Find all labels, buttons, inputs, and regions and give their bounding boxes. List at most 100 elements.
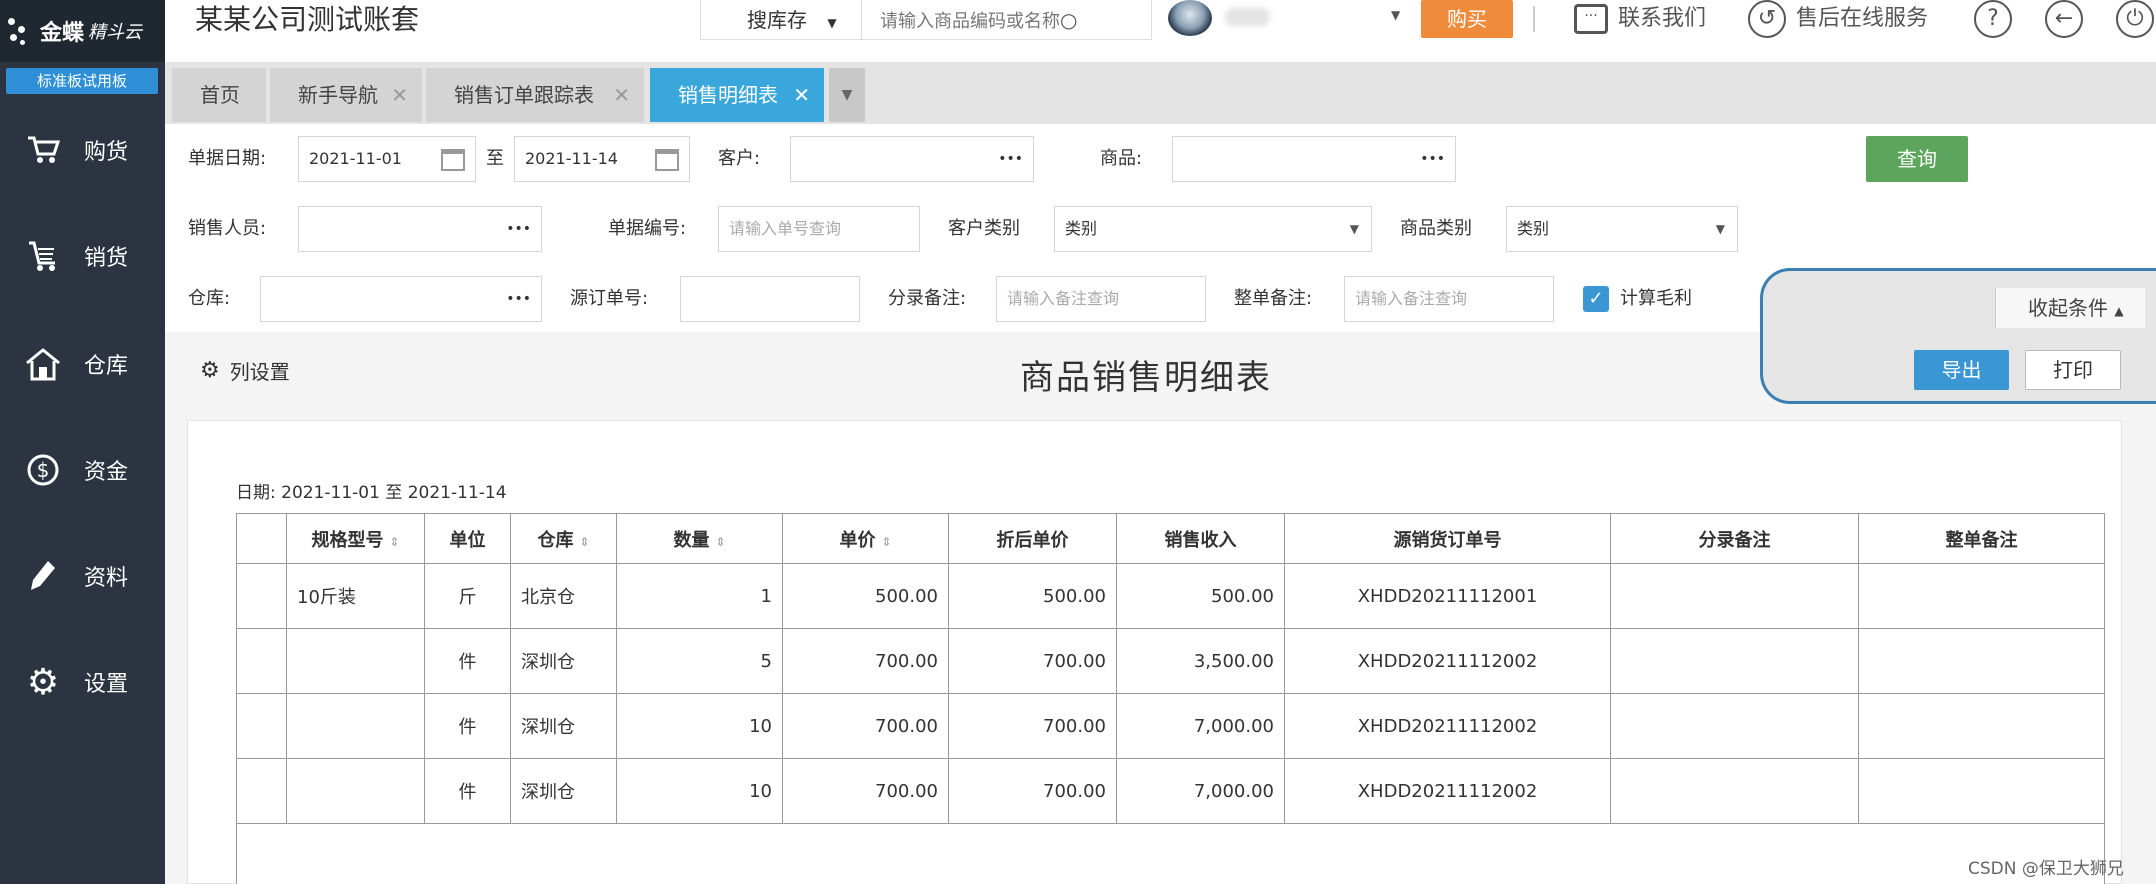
product-type-label: 商品类别 bbox=[1400, 218, 1472, 239]
after-sales-service-link[interactable]: ↺ 售后在线服务 bbox=[1748, 0, 1928, 38]
sort-icon[interactable]: ⇕ bbox=[715, 535, 725, 549]
contact-us-link[interactable]: ··· 联系我们 bbox=[1574, 0, 1706, 38]
table-cell: 件 bbox=[424, 693, 511, 759]
column-header: 折后单价 bbox=[948, 513, 1117, 564]
tab-sales-order-tracking[interactable]: 销售订单跟踪表 ✕ bbox=[426, 68, 644, 122]
gross-profit-label: 计算毛利 bbox=[1620, 288, 1692, 309]
user-menu-chevron-icon[interactable]: ▼ bbox=[1391, 8, 1400, 22]
report-table: 规格型号 ⇕ 单位 仓库 ⇕ 数量 ⇕ 单价 ⇕ 折后单价 销售收入 源销货订单号 分录… bbox=[236, 513, 2105, 884]
sidebar-item-settings[interactable]: ⚙ 设置 bbox=[0, 632, 165, 732]
sidebar-item-data[interactable]: 资料 bbox=[0, 526, 165, 626]
chevron-down-icon: ▼ bbox=[827, 16, 837, 30]
date-from-input[interactable]: 2021-11-01 bbox=[298, 136, 476, 182]
table-cell: 斤 bbox=[424, 563, 511, 629]
sidebar-item-sales[interactable]: 销货 bbox=[0, 206, 165, 306]
tab-overflow-button[interactable]: ▼ bbox=[829, 68, 865, 122]
tab-label: 销售明细表 bbox=[678, 83, 778, 107]
table-cell: XHDD20211112002 bbox=[1284, 628, 1611, 694]
tab-label: 首页 bbox=[200, 83, 240, 107]
tab-guide[interactable]: 新手导航 ✕ bbox=[270, 68, 422, 122]
doc-no-input[interactable]: 请输入单号查询 bbox=[718, 206, 920, 252]
tab-label: 新手导航 bbox=[298, 83, 378, 107]
table-cell bbox=[1858, 758, 2105, 824]
date-to-input[interactable]: 2021-11-14 bbox=[514, 136, 690, 182]
sidebar-item-funds[interactable]: $ 资金 bbox=[0, 420, 165, 520]
more-icon[interactable]: ••• bbox=[506, 207, 531, 251]
checkmark-icon: ✓ bbox=[1588, 288, 1604, 309]
source-no-input[interactable] bbox=[680, 276, 860, 322]
chevron-down-icon: ▼ bbox=[1349, 222, 1359, 236]
customer-input[interactable]: ••• bbox=[790, 136, 1034, 182]
table-row[interactable]: 件 深圳仓 10 700.00 700.00 7,000.00 XHDD2021… bbox=[236, 758, 2105, 824]
table-cell: 深圳仓 bbox=[510, 628, 617, 694]
close-icon[interactable]: ✕ bbox=[391, 68, 408, 122]
warehouse-icon bbox=[24, 345, 62, 383]
app-logo[interactable]: 金蝶 精斗云 bbox=[0, 0, 165, 62]
customer-label: 客户: bbox=[718, 148, 761, 169]
print-button[interactable]: 打印 bbox=[2025, 350, 2121, 390]
tab-home[interactable]: 首页 bbox=[172, 68, 266, 122]
column-settings-button[interactable]: ⚙ 列设置 bbox=[200, 356, 290, 385]
entry-note-input[interactable]: 请输入备注查询 bbox=[996, 276, 1206, 322]
product-type-select[interactable]: 类别 ▼ bbox=[1506, 206, 1738, 252]
table-cell bbox=[1610, 563, 1859, 629]
sidebar-item-purchase[interactable]: 购货 bbox=[0, 100, 165, 200]
product-input[interactable]: ••• bbox=[1172, 136, 1456, 182]
more-icon[interactable]: ••• bbox=[506, 277, 531, 321]
chevron-down-icon: ▼ bbox=[1715, 222, 1725, 236]
avatar[interactable] bbox=[1168, 0, 1212, 36]
tab-label: 销售订单跟踪表 bbox=[454, 83, 594, 107]
search-icon[interactable]: ○ bbox=[1060, 8, 1077, 32]
close-icon[interactable]: ✕ bbox=[793, 68, 810, 122]
calendar-icon[interactable] bbox=[441, 149, 465, 171]
more-icon[interactable]: ••• bbox=[1420, 137, 1445, 181]
sort-icon[interactable]: ⇕ bbox=[579, 535, 589, 549]
table-row[interactable]: 件 深圳仓 5 700.00 700.00 3,500.00 XHDD20211… bbox=[236, 628, 2105, 694]
gear-icon: ⚙ bbox=[200, 358, 220, 383]
order-note-input[interactable]: 请输入备注查询 bbox=[1344, 276, 1554, 322]
column-header[interactable]: 数量 ⇕ bbox=[616, 513, 783, 564]
logout-button[interactable]: ⏻ bbox=[2116, 0, 2154, 38]
back-button[interactable]: ← bbox=[2045, 0, 2083, 38]
dollar-icon: $ bbox=[24, 451, 62, 489]
warehouse-input[interactable]: ••• bbox=[260, 276, 542, 322]
table-cell: 10 bbox=[616, 693, 783, 759]
collapse-label: 收起条件 bbox=[2028, 296, 2108, 320]
product-type-value: 类别 bbox=[1517, 219, 1550, 238]
export-button[interactable]: 导出 bbox=[1914, 350, 2009, 390]
table-cell: 3,500.00 bbox=[1116, 628, 1285, 694]
help-button[interactable]: ? bbox=[1974, 0, 2012, 38]
sidebar-item-warehouse[interactable]: 仓库 bbox=[0, 314, 165, 414]
calendar-icon[interactable] bbox=[655, 149, 679, 171]
customer-type-select[interactable]: 类别 ▼ bbox=[1054, 206, 1372, 252]
report-date-range: 日期: 2021-11-01 至 2021-11-14 bbox=[236, 483, 507, 503]
date-to-label: 至 bbox=[486, 148, 504, 169]
table-cell: 7,000.00 bbox=[1116, 758, 1285, 824]
collapse-conditions-button[interactable]: 收起条件 ▲ bbox=[1995, 288, 2145, 328]
search-placeholder: 请输入商品编码或名称 bbox=[880, 11, 1060, 32]
column-header[interactable]: 仓库 ⇕ bbox=[510, 513, 617, 564]
sort-icon[interactable]: ⇕ bbox=[389, 535, 399, 549]
close-icon[interactable]: ✕ bbox=[613, 68, 630, 122]
more-icon[interactable]: ••• bbox=[998, 137, 1023, 181]
sales-person-input[interactable]: ••• bbox=[298, 206, 542, 252]
column-header[interactable]: 规格型号 ⇕ bbox=[286, 513, 425, 564]
table-cell: 700.00 bbox=[782, 628, 949, 694]
query-button[interactable]: 查询 bbox=[1866, 136, 1968, 182]
table-cell bbox=[236, 758, 287, 824]
column-header-label: 仓库 bbox=[537, 529, 574, 551]
tab-sales-detail[interactable]: 销售明细表 ✕ bbox=[650, 68, 824, 122]
search-input[interactable]: 请输入商品编码或名称○ bbox=[862, 0, 1152, 40]
table-cell bbox=[286, 758, 425, 824]
entry-note-label: 分录备注: bbox=[888, 288, 967, 309]
svg-text:$: $ bbox=[37, 458, 50, 482]
sort-icon[interactable]: ⇕ bbox=[881, 535, 891, 549]
watermark: CSDN @保卫大狮兄 bbox=[1968, 859, 2124, 879]
table-row[interactable]: 件 深圳仓 10 700.00 700.00 7,000.00 XHDD2021… bbox=[236, 693, 2105, 759]
column-header[interactable]: 单价 ⇕ bbox=[782, 513, 949, 564]
search-type-select[interactable]: 搜库存 ▼ bbox=[700, 0, 862, 40]
table-row[interactable]: 10斤装 斤 北京仓 1 500.00 500.00 500.00 XHDD20… bbox=[236, 563, 2105, 629]
sidebar-item-label: 资料 bbox=[84, 566, 129, 591]
gross-profit-checkbox[interactable]: ✓ bbox=[1583, 286, 1609, 312]
buy-button[interactable]: 购买 bbox=[1421, 0, 1513, 38]
